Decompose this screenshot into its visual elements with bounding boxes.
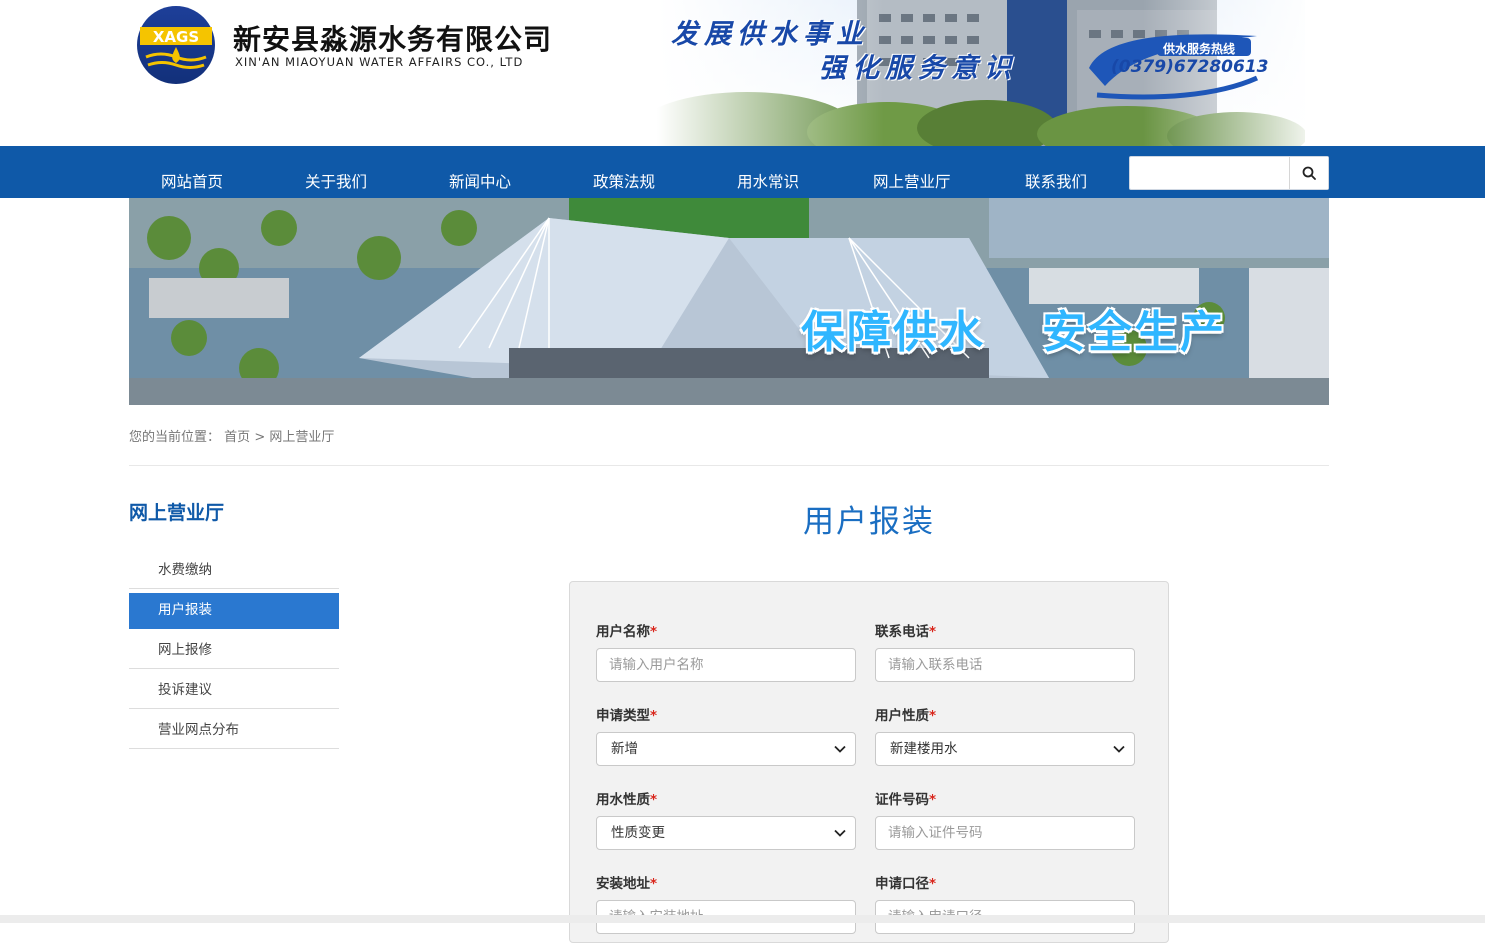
water-nature-value: 性质变更 — [611, 825, 665, 841]
breadcrumb-separator: > — [254, 430, 266, 445]
phone-label: 联系电话* — [875, 624, 937, 640]
page-title: 用户报装 — [803, 504, 935, 540]
slogan-line-2: 强化服务意识 — [819, 53, 1017, 84]
hero-banner: 保障供水 安全生产 — [129, 198, 1329, 405]
nav-item-about[interactable]: 关于我们 — [305, 170, 367, 192]
search-button[interactable] — [1289, 157, 1328, 189]
horizontal-scrollbar[interactable] — [0, 915, 1485, 923]
nav-item-home[interactable]: 网站首页 — [161, 170, 223, 192]
sidebar-item-label: 用户报装 — [158, 602, 212, 618]
sidebar-item-water-bill[interactable]: 水费缴纳 — [129, 553, 339, 589]
breadcrumb-current-link[interactable]: 网上营业厅 — [269, 430, 334, 445]
chevron-down-icon — [834, 745, 846, 753]
site-header: XAGS 新安县淼源水务有限公司 XIN'AN MIAOYUAN WATER A… — [0, 0, 1485, 146]
sidebar-item-label: 水费缴纳 — [158, 562, 212, 578]
search-input[interactable] — [1130, 157, 1288, 189]
search-box — [1129, 156, 1329, 190]
sidebar-item-branch-locations[interactable]: 营业网点分布 — [129, 713, 339, 749]
banner-slogan-left: 保障供水 — [801, 307, 985, 358]
chevron-down-icon — [1113, 745, 1125, 753]
phone-input[interactable] — [875, 648, 1135, 682]
user-name-label: 用户名称* — [596, 624, 658, 640]
company-name-cn: 新安县淼源水务有限公司 — [233, 23, 553, 56]
nav-item-water-tips[interactable]: 用水常识 — [737, 170, 799, 192]
company-logo-icon: XAGS — [137, 6, 215, 84]
id-number-input[interactable] — [875, 816, 1135, 850]
sidebar-title: 网上营业厅 — [129, 502, 225, 524]
user-nature-select[interactable]: 新建楼用水 — [875, 732, 1135, 766]
search-icon — [1302, 166, 1316, 180]
apply-type-label: 申请类型* — [596, 708, 658, 724]
sidebar-menu: 水费缴纳 用户报装 网上报修 投诉建议 营业网点分布 — [129, 553, 339, 753]
address-label: 安装地址* — [596, 876, 658, 892]
breadcrumb: 您的当前位置： 首页 > 网上营业厅 — [129, 426, 334, 445]
id-number-label: 证件号码* — [875, 792, 937, 808]
caliber-label: 申请口径* — [875, 876, 937, 892]
banner-slogan-right: 安全生产 — [1042, 307, 1226, 358]
logo-area[interactable]: XAGS 新安县淼源水务有限公司 XIN'AN MIAOYUAN WATER A… — [129, 0, 649, 146]
nav-item-online-hall[interactable]: 网上营业厅 — [873, 170, 951, 192]
user-nature-label: 用户性质* — [875, 708, 937, 724]
sidebar-item-complaints[interactable]: 投诉建议 — [129, 673, 339, 709]
header-banner-image: 发展供水事业 强化服务意识 供水服务热线 (0379)67280613 — [657, 0, 1305, 146]
sidebar-item-online-repair[interactable]: 网上报修 — [129, 633, 339, 669]
sidebar-item-label: 网上报修 — [158, 642, 212, 658]
nav-item-contact[interactable]: 联系我们 — [1025, 170, 1087, 192]
water-nature-select[interactable]: 性质变更 — [596, 816, 856, 850]
apply-type-value: 新增 — [611, 741, 638, 757]
sidebar-item-user-install[interactable]: 用户报装 — [129, 593, 339, 629]
breadcrumb-home-link[interactable]: 首页 — [224, 430, 250, 445]
install-application-form: 用户名称* 联系电话* 申请类型* 新增 用户性质* 新建楼用水 用水性质* 性… — [569, 581, 1169, 943]
sidebar-item-label: 营业网点分布 — [158, 722, 239, 738]
user-name-input[interactable] — [596, 648, 856, 682]
sidebar-item-label: 投诉建议 — [158, 682, 212, 698]
water-nature-label: 用水性质* — [596, 792, 658, 808]
nav-item-news[interactable]: 新闻中心 — [449, 170, 511, 192]
chevron-down-icon — [834, 829, 846, 837]
apply-type-select[interactable]: 新增 — [596, 732, 856, 766]
nav-item-policy[interactable]: 政策法规 — [593, 170, 655, 192]
hotline-label: 供水服务热线 — [1163, 42, 1236, 56]
breadcrumb-prefix: 您的当前位置： — [129, 430, 221, 445]
company-name-en: XIN'AN MIAOYUAN WATER AFFAIRS CO., LTD — [235, 55, 524, 69]
main-nav: 网站首页 关于我们 新闻中心 政策法规 用水常识 网上营业厅 联系我们 — [0, 146, 1485, 198]
breadcrumb-divider — [129, 465, 1329, 466]
user-nature-value: 新建楼用水 — [890, 741, 958, 757]
hotline-number: (0379)67280613 — [1111, 57, 1269, 77]
logo-text: XAGS — [153, 28, 199, 46]
